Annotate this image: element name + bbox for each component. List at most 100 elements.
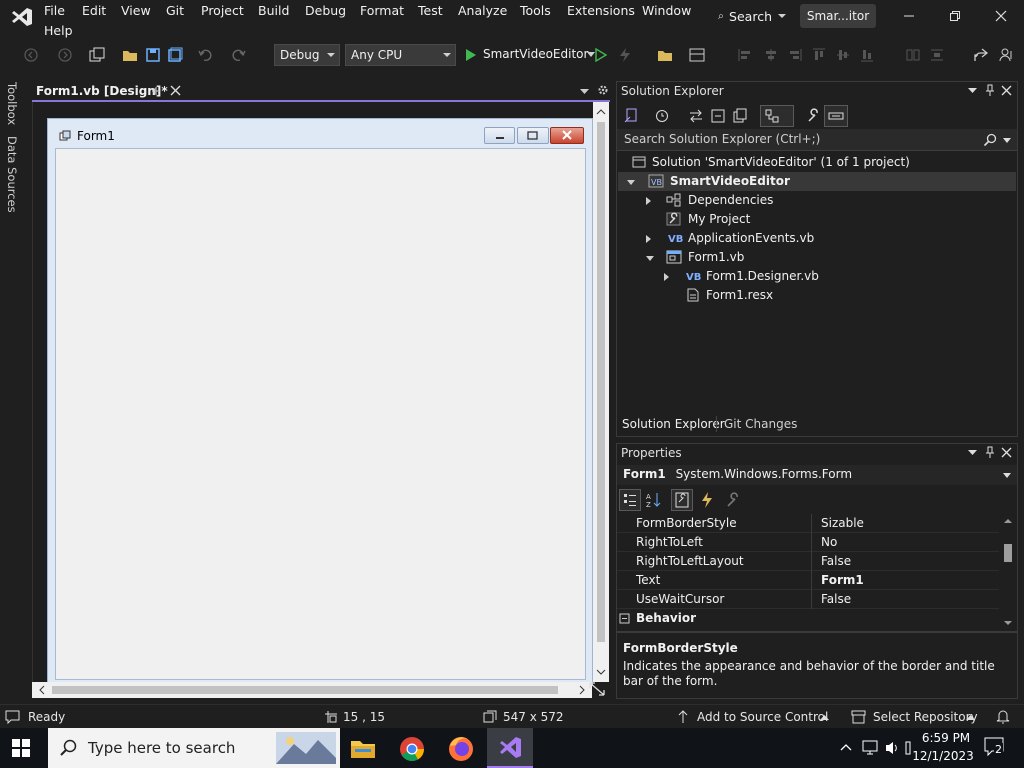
property-value[interactable]: Form1 xyxy=(811,571,999,590)
start-debugging-icon[interactable] xyxy=(462,46,480,64)
property-value[interactable]: No xyxy=(811,533,999,552)
designer-horizontal-scrollbar[interactable] xyxy=(32,682,592,698)
network-icon[interactable] xyxy=(862,740,880,756)
align-right-icon[interactable] xyxy=(786,46,804,64)
align-bottom-icon[interactable] xyxy=(858,46,876,64)
close-icon[interactable] xyxy=(1001,447,1012,458)
file-explorer-icon[interactable] xyxy=(656,46,674,64)
alphabetical-icon[interactable]: AZ xyxy=(645,491,663,509)
properties-object-selector[interactable]: Form1 System.Windows.Forms.Form xyxy=(617,465,1017,485)
events-lightning-icon[interactable] xyxy=(699,491,715,509)
navigate-back-icon[interactable] xyxy=(22,46,40,64)
share-icon[interactable] xyxy=(972,46,990,64)
menu-analyze[interactable]: Analyze xyxy=(458,3,507,19)
expand-closed-icon[interactable] xyxy=(646,235,651,243)
volume-icon[interactable] xyxy=(884,740,902,756)
property-pages-icon[interactable] xyxy=(725,491,743,509)
form-maximize-button[interactable] xyxy=(517,127,549,144)
menu-build[interactable]: Build xyxy=(258,3,289,19)
feedback-icon[interactable] xyxy=(998,46,1016,64)
scrollbar-thumb[interactable] xyxy=(52,686,558,694)
action-center-button[interactable]: 2 xyxy=(984,737,1006,757)
menu-format[interactable]: Format xyxy=(360,3,404,19)
new-project-icon[interactable] xyxy=(88,46,106,64)
form-close-button[interactable] xyxy=(550,127,584,144)
solution-platform-select[interactable]: Any CPU xyxy=(345,44,456,66)
property-row[interactable]: FormBorderStyle Sizable xyxy=(617,514,999,533)
tab-solution-explorer[interactable]: Solution Explorer xyxy=(622,417,725,431)
pin-icon[interactable] xyxy=(985,446,995,459)
solution-configuration-select[interactable]: Debug xyxy=(274,44,340,66)
tree-item-application-events[interactable]: VB ApplicationEvents.vb xyxy=(618,229,1016,248)
toolbox-tab[interactable]: Toolbox xyxy=(5,82,19,125)
tree-item-form1-designer[interactable]: VB Form1.Designer.vb xyxy=(618,267,1016,286)
align-left-icon[interactable] xyxy=(736,46,754,64)
menu-edit[interactable]: Edit xyxy=(82,3,106,19)
save-icon[interactable] xyxy=(144,46,162,64)
expand-closed-icon[interactable] xyxy=(646,197,651,205)
tree-item-form1[interactable]: Form1.vb xyxy=(618,248,1016,267)
taskbar-clock-date[interactable]: 12/1/2023 xyxy=(911,749,975,763)
align-top-icon[interactable] xyxy=(810,46,828,64)
pin-icon[interactable] xyxy=(150,84,162,98)
tab-git-changes[interactable]: Git Changes xyxy=(724,417,797,431)
menu-tools[interactable]: Tools xyxy=(520,3,551,19)
make-same-size-icon[interactable] xyxy=(904,46,922,64)
spacing-icon[interactable] xyxy=(928,46,946,64)
taskbar-clock-time[interactable]: 6:59 PM xyxy=(917,731,975,745)
scrollbar-thumb[interactable] xyxy=(1004,544,1012,562)
property-value[interactable]: Sizable xyxy=(811,514,999,533)
close-button[interactable] xyxy=(986,4,1016,28)
undo-icon[interactable] xyxy=(196,46,214,64)
property-grid-scrollbar[interactable] xyxy=(1000,514,1016,630)
properties-wrench-icon[interactable] xyxy=(806,108,822,124)
open-folder-icon[interactable] xyxy=(122,46,140,64)
minimize-button[interactable] xyxy=(894,4,924,28)
navigate-forward-icon[interactable] xyxy=(56,46,74,64)
property-value[interactable]: False xyxy=(811,590,999,609)
global-search[interactable]: Search xyxy=(712,5,786,27)
tree-item-solution[interactable]: Solution 'SmartVideoEditor' (1 of 1 proj… xyxy=(618,153,1016,172)
collapse-all-icon[interactable] xyxy=(710,108,726,124)
form1-client-area[interactable] xyxy=(55,148,586,680)
taskbar-chrome-icon[interactable] xyxy=(399,736,425,762)
designer-vertical-scrollbar[interactable] xyxy=(593,102,609,682)
expand-closed-icon[interactable] xyxy=(664,273,669,281)
taskbar-firefox-icon[interactable] xyxy=(448,736,474,762)
align-center-icon[interactable] xyxy=(762,46,780,64)
menu-debug[interactable]: Debug xyxy=(305,3,346,19)
menu-file[interactable]: File xyxy=(44,3,65,19)
menu-project[interactable]: Project xyxy=(201,3,244,19)
redo-icon[interactable] xyxy=(230,46,248,64)
tree-item-form1-resx[interactable]: Form1.resx xyxy=(618,286,1016,305)
panel-options-dropdown-icon[interactable] xyxy=(968,450,977,456)
properties-splitter[interactable] xyxy=(617,631,1017,633)
collapse-category-icon[interactable] xyxy=(619,613,631,625)
add-to-source-control-button[interactable]: Add to Source Control xyxy=(697,710,828,724)
select-repository-button[interactable]: Select Repository xyxy=(873,710,978,724)
scrollbar-thumb[interactable] xyxy=(597,122,605,642)
menu-help[interactable]: Help xyxy=(44,23,73,39)
project-name-badge[interactable]: Smar...itor xyxy=(800,4,876,28)
visual-studio-logo-icon[interactable] xyxy=(10,6,34,28)
menu-view[interactable]: View xyxy=(121,3,151,19)
history-icon[interactable] xyxy=(654,108,670,124)
maximize-button[interactable] xyxy=(940,4,970,28)
property-value[interactable]: False xyxy=(811,552,999,571)
gear-icon[interactable] xyxy=(597,84,609,96)
property-row[interactable]: RightToLeft No xyxy=(617,533,999,552)
sync-icon[interactable] xyxy=(688,108,704,124)
layout-grid-icon[interactable] xyxy=(688,46,706,64)
property-row[interactable]: RightToLeftLayout False xyxy=(617,552,999,571)
hot-reload-icon[interactable] xyxy=(616,46,634,64)
property-row[interactable]: Text Form1 xyxy=(617,571,999,590)
data-sources-tab[interactable]: Data Sources xyxy=(5,136,19,213)
align-middle-icon[interactable] xyxy=(834,46,852,64)
start-without-debugging-icon[interactable] xyxy=(592,46,610,64)
expand-open-icon[interactable] xyxy=(627,180,635,185)
menu-git[interactable]: Git xyxy=(166,3,184,19)
taskbar-file-explorer-icon[interactable] xyxy=(350,734,376,762)
tree-item-dependencies[interactable]: Dependencies xyxy=(618,191,1016,210)
tab-list-dropdown-icon[interactable] xyxy=(580,89,589,95)
pin-icon[interactable] xyxy=(985,84,995,97)
